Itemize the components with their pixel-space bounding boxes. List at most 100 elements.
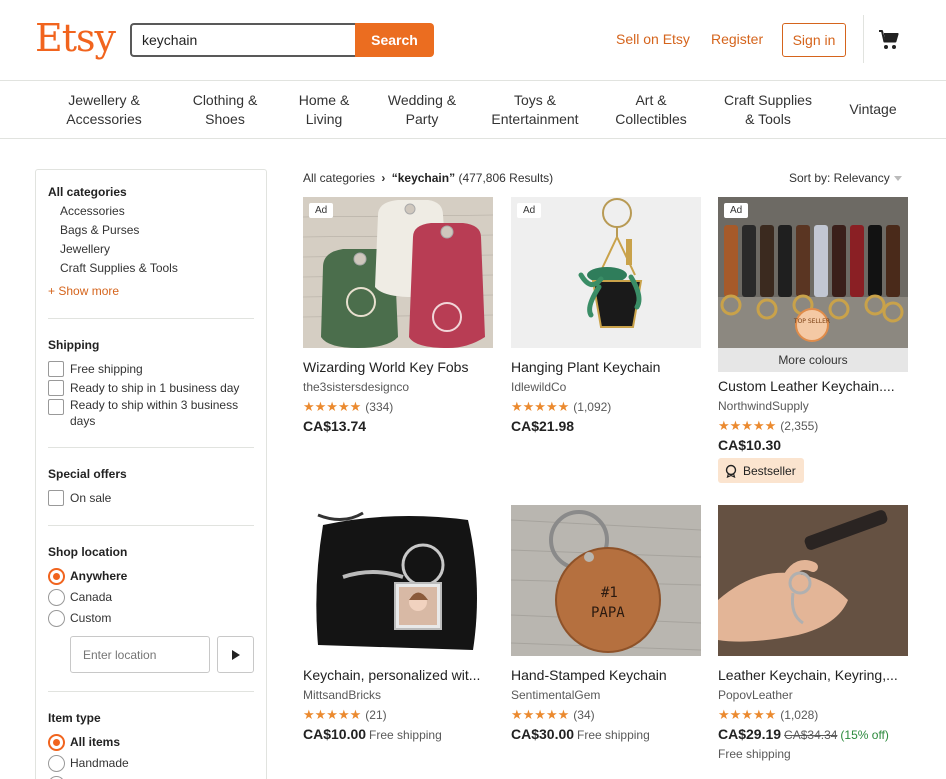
- cat-wedding-party[interactable]: Wedding & Party: [382, 91, 462, 129]
- ready-1-day-checkbox[interactable]: [48, 380, 64, 396]
- free-shipping-label[interactable]: Free shipping: [70, 362, 143, 376]
- anywhere-label[interactable]: Anywhere: [70, 569, 127, 583]
- header-divider: [863, 15, 864, 63]
- ready-3-days-label[interactable]: Ready to ship within 3 business: [70, 398, 238, 412]
- shop-name: NorthwindSupply: [718, 399, 809, 413]
- category-link[interactable]: Craft Supplies & Tools: [60, 261, 178, 275]
- price-row: CA$30.00 Free shipping: [511, 726, 650, 742]
- rating: ★★★★★ (34): [511, 707, 595, 723]
- listing-image-leather-keychains[interactable]: TOP SELLER Ad: [718, 197, 908, 348]
- rating: ★★★★★ (1,028): [718, 707, 818, 723]
- listing-title[interactable]: Wizarding World Key Fobs: [303, 359, 493, 375]
- more-colours-bar[interactable]: More colours: [718, 348, 908, 372]
- cat-jewellery-accessories[interactable]: Jewellery & Accessories: [64, 91, 144, 129]
- listing-image-leather-keyring[interactable]: [718, 505, 908, 656]
- star-rating-icon: ★★★★★: [303, 707, 362, 722]
- listing-image-keyfobs[interactable]: Ad: [303, 197, 493, 348]
- price-row: CA$10.00 Free shipping: [303, 726, 442, 742]
- search-button[interactable]: Search: [355, 23, 434, 57]
- star-rating-icon: ★★★★★: [511, 399, 570, 414]
- listing-image-photo-keychain[interactable]: [303, 505, 493, 656]
- register-link[interactable]: Register: [711, 31, 763, 47]
- cat-craft-supplies-tools[interactable]: Craft Supplies & Tools: [716, 91, 820, 129]
- free-shipping-note: Free shipping: [369, 728, 442, 742]
- cat-line: & Tools: [745, 111, 791, 127]
- category-link[interactable]: Jewellery: [60, 242, 110, 256]
- star-rating-icon: ★★★★★: [303, 399, 362, 414]
- cat-vintage[interactable]: Vintage: [844, 100, 902, 119]
- shop-name: the3sistersdesignco: [303, 380, 410, 394]
- bestseller-badge: Bestseller: [718, 458, 804, 483]
- cat-art-collectibles[interactable]: Art & Collectibles: [608, 91, 694, 129]
- review-count: (2,355): [780, 419, 819, 433]
- divider: [48, 691, 254, 692]
- listing-title[interactable]: Custom Leather Keychain....: [718, 378, 908, 394]
- search-query: “keychain”: [391, 171, 456, 185]
- rating: ★★★★★ (334): [303, 399, 393, 415]
- cat-line: Toys &: [513, 92, 556, 108]
- free-shipping-checkbox[interactable]: [48, 361, 64, 377]
- handmade-radio[interactable]: [48, 755, 65, 772]
- on-sale-checkbox[interactable]: [48, 490, 64, 506]
- cat-toys-entertainment[interactable]: Toys & Entertainment: [484, 91, 586, 129]
- canada-radio[interactable]: [48, 589, 65, 606]
- location-submit-button[interactable]: [217, 636, 254, 673]
- stamp-line-2: PAPA: [591, 605, 625, 621]
- canada-label[interactable]: Canada: [70, 590, 112, 604]
- custom-radio[interactable]: [48, 610, 65, 627]
- listing-title[interactable]: Leather Keychain, Keyring,...: [718, 667, 908, 683]
- location-input[interactable]: [70, 636, 210, 673]
- play-arrow-icon: [231, 649, 240, 660]
- all-items-label[interactable]: All items: [70, 735, 120, 749]
- search-input[interactable]: [130, 23, 356, 57]
- shop-name: MittsandBricks: [303, 688, 382, 702]
- review-count: (21): [365, 708, 387, 722]
- star-rating-icon: ★★★★★: [718, 707, 777, 722]
- cart-icon[interactable]: [877, 28, 901, 52]
- caret-down-icon: [893, 176, 902, 182]
- cat-clothing-shoes[interactable]: Clothing & Shoes: [186, 91, 264, 129]
- shop-location-heading: Shop location: [48, 545, 128, 559]
- breadcrumb: All categories › “keychain” (477,806 Res…: [303, 171, 553, 185]
- shipping-heading: Shipping: [48, 338, 100, 352]
- show-more-link[interactable]: + Show more: [48, 284, 119, 298]
- listing-title[interactable]: Keychain, personalized wit...: [303, 667, 493, 683]
- breadcrumb-root[interactable]: All categories: [303, 171, 375, 185]
- custom-label[interactable]: Custom: [70, 611, 111, 625]
- handmade-label[interactable]: Handmade: [70, 756, 129, 770]
- ready-3-days-label-cont[interactable]: days: [70, 414, 95, 428]
- ready-1-day-label[interactable]: Ready to ship in 1 business day: [70, 381, 239, 395]
- sort-label: Sort by: Relevancy: [789, 171, 890, 185]
- anywhere-radio[interactable]: [48, 568, 65, 585]
- shop-name: IdlewildCo: [511, 380, 567, 394]
- cat-home-living[interactable]: Home & Living: [294, 91, 354, 129]
- listing-image-stamped-keychain[interactable]: #1 PAPA: [511, 505, 701, 656]
- result-count: (477,806 Results): [458, 171, 554, 185]
- award-ribbon-icon: [725, 464, 737, 478]
- all-items-radio[interactable]: [48, 734, 65, 751]
- sign-in-button[interactable]: Sign in: [782, 23, 846, 57]
- rating: ★★★★★ (1,092): [511, 399, 611, 415]
- cat-line: Home &: [298, 92, 350, 108]
- filter-sidebar: All categories Accessories Bags & Purses…: [35, 169, 267, 779]
- sort-dropdown[interactable]: Sort by: Relevancy: [789, 171, 902, 185]
- sell-on-etsy-link[interactable]: Sell on Etsy: [616, 31, 690, 47]
- stamp-line-1: #1: [601, 585, 618, 601]
- category-link[interactable]: Bags & Purses: [60, 223, 139, 237]
- category-link[interactable]: Accessories: [60, 204, 125, 218]
- all-categories-heading[interactable]: All categories: [48, 185, 127, 199]
- breadcrumb-chevron-icon: ›: [381, 171, 386, 185]
- site-header: Etsy Search Sell on Etsy Register Sign i…: [0, 0, 946, 81]
- listing-title[interactable]: Hand-Stamped Keychain: [511, 667, 701, 683]
- ready-3-days-checkbox[interactable]: [48, 399, 64, 415]
- listing-title[interactable]: Hanging Plant Keychain: [511, 359, 701, 375]
- cat-line: Party: [405, 111, 439, 127]
- shop-name: PopovLeather: [718, 688, 793, 702]
- rating: ★★★★★ (2,355): [718, 418, 818, 434]
- on-sale-label[interactable]: On sale: [70, 491, 111, 505]
- etsy-logo[interactable]: Etsy: [35, 16, 116, 60]
- price: CA$10.30: [718, 437, 782, 453]
- cat-line: Collectibles: [615, 111, 687, 127]
- special-offers-heading: Special offers: [48, 467, 127, 481]
- listing-image-plant-keychain[interactable]: Ad: [511, 197, 701, 348]
